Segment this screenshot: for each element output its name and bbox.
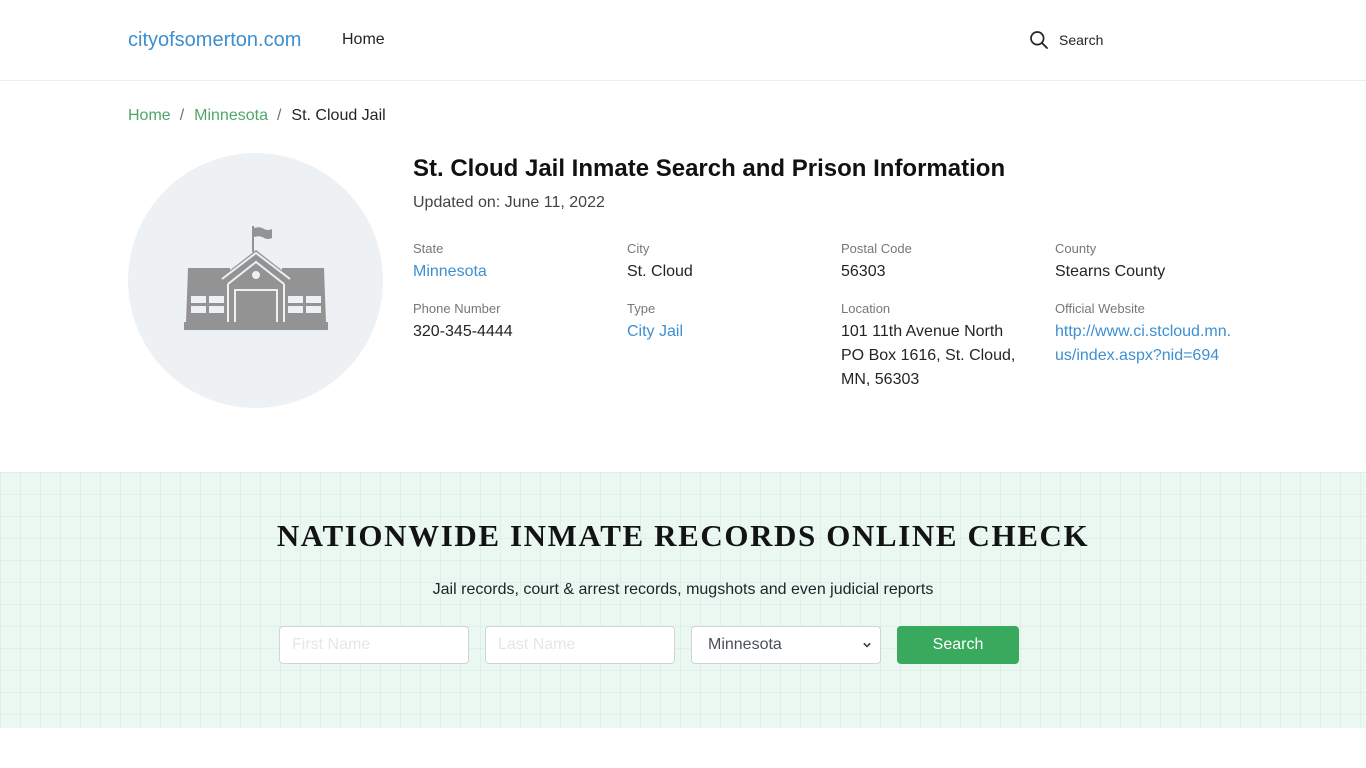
school-building-icon: [183, 225, 328, 330]
state-select[interactable]: Minnesota: [691, 626, 881, 664]
breadcrumb-separator: /: [276, 107, 282, 124]
field-value: 101 11th Avenue North PO Box 1616, St. C…: [841, 323, 1016, 388]
field-value: 320-345-4444: [413, 323, 513, 340]
facility-image: [128, 153, 383, 408]
field-postal-code: Postal Code 56303: [841, 241, 1041, 284]
field-value: St. Cloud: [627, 263, 693, 280]
field-phone: Phone Number 320-345-4444: [413, 301, 613, 344]
field-type: Type City Jail: [627, 301, 827, 344]
field-label: County: [1055, 241, 1097, 256]
field-label: Official Website: [1055, 301, 1145, 316]
type-link[interactable]: City Jail: [627, 320, 827, 344]
search-section-subtitle: Jail records, court & arrest records, mu…: [432, 581, 934, 598]
field-value: 56303: [841, 263, 886, 280]
header-search-label: Search: [1059, 32, 1104, 48]
field-value: Stearns County: [1055, 263, 1166, 280]
header-search-button[interactable]: Search: [1029, 29, 1103, 51]
inmate-search-section: NATIONWIDE INMATE RECORDS ONLINE CHECK J…: [0, 472, 1366, 728]
state-select-value: Minnesota: [708, 636, 782, 653]
page-title: St. Cloud Jail Inmate Search and Prison …: [413, 155, 1006, 182]
site-header: cityofsomerton.com Home Search: [0, 0, 1366, 81]
search-section-title: NATIONWIDE INMATE RECORDS ONLINE CHECK: [276, 518, 1090, 553]
search-submit-button[interactable]: Search: [897, 626, 1019, 664]
state-link[interactable]: Minnesota: [413, 260, 613, 284]
breadcrumb-home[interactable]: Home: [128, 107, 171, 125]
chevron-down-icon: [863, 642, 871, 648]
website-link[interactable]: http://www.ci.stcloud.mn.us/index.aspx?n…: [1055, 320, 1237, 368]
field-label: State: [413, 241, 444, 256]
breadcrumb-separator: /: [179, 107, 185, 124]
field-county: County Stearns County: [1055, 241, 1255, 284]
search-icon: [1030, 31, 1048, 49]
field-label: Location: [841, 301, 891, 316]
field-state: State Minnesota: [413, 241, 613, 284]
field-location: Location 101 11th Avenue North PO Box 16…: [841, 301, 1041, 392]
breadcrumb-current: St. Cloud Jail: [291, 107, 386, 124]
field-label: Postal Code: [841, 241, 912, 256]
breadcrumb-minnesota[interactable]: Minnesota: [194, 107, 268, 125]
brand-logo-link[interactable]: cityofsomerton.com: [128, 29, 301, 52]
breadcrumb: Home / Minnesota / St. Cloud Jail: [128, 107, 386, 125]
field-label: Phone Number: [413, 301, 501, 316]
nav-home-link[interactable]: Home: [342, 31, 385, 49]
updated-date: Updated on: June 11, 2022: [413, 194, 605, 211]
field-label: Type: [627, 301, 656, 316]
field-label: City: [627, 241, 650, 256]
first-name-input[interactable]: [279, 626, 469, 664]
field-city: City St. Cloud: [627, 241, 827, 284]
field-website: Official Website http://www.ci.stcloud.m…: [1055, 301, 1255, 368]
last-name-input[interactable]: [485, 626, 675, 664]
